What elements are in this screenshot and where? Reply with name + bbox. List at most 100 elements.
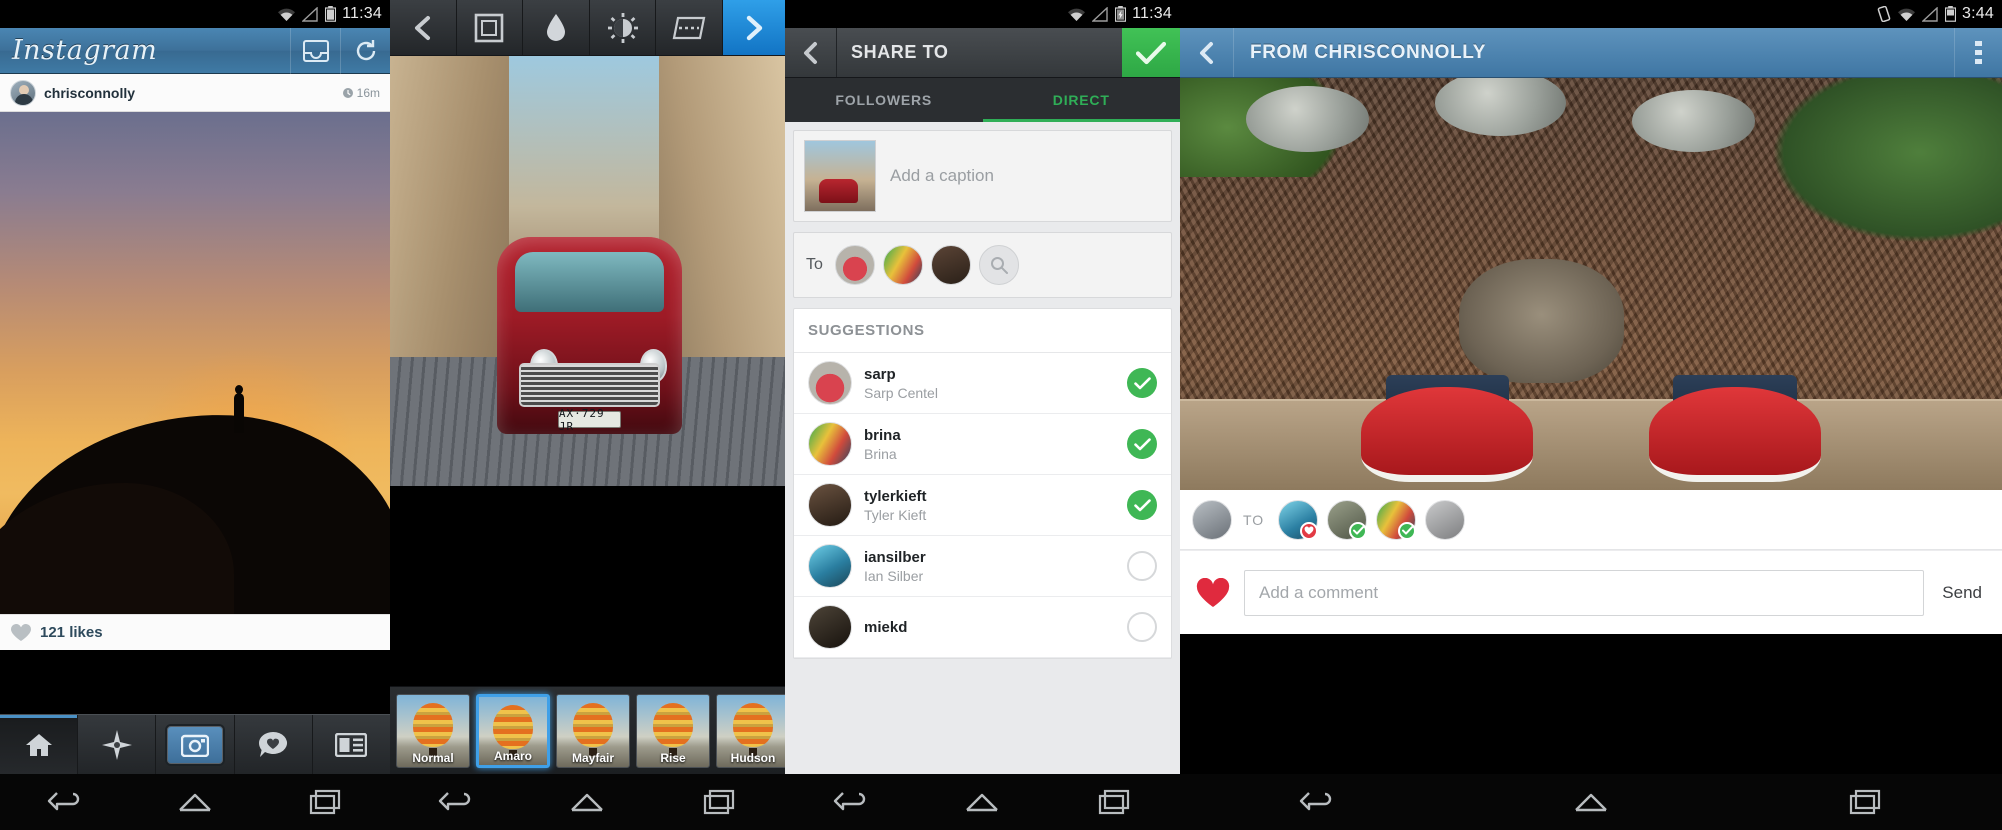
tab-direct[interactable]: DIRECT [982, 78, 1181, 122]
to-label: To [806, 256, 823, 273]
select-checkbox[interactable] [1127, 490, 1157, 520]
list-item-text: tylerkieft Tyler Kieft [864, 488, 1115, 523]
recipient-avatar[interactable] [882, 245, 923, 285]
frame-button[interactable] [457, 0, 524, 55]
android-nav-bar-editor [390, 774, 785, 830]
recipient-avatar[interactable] [1425, 499, 1466, 540]
confirm-button[interactable] [1122, 28, 1180, 77]
nav-home-button[interactable] [165, 782, 225, 822]
battery-icon [1945, 6, 1957, 22]
editor-canvas[interactable]: AX·729 JR [390, 56, 785, 486]
back-button[interactable] [785, 28, 837, 77]
nav-back-button[interactable] [426, 782, 486, 822]
tab-home[interactable] [0, 715, 79, 774]
tilt-shift-button[interactable] [656, 0, 723, 55]
filter-label: Normal [412, 750, 454, 765]
overflow-menu-icon [1974, 40, 1982, 64]
select-checkbox[interactable] [1127, 612, 1157, 642]
nav-home-button[interactable] [1561, 782, 1621, 822]
filter-label: Amaro [493, 748, 532, 763]
post-header[interactable]: chrisconnolly 16m [0, 74, 390, 112]
comment-input[interactable]: Add a comment [1244, 569, 1925, 616]
sender-avatar[interactable] [1192, 499, 1232, 540]
foliage-right [1771, 78, 2002, 243]
recipient-avatar[interactable] [834, 245, 875, 285]
recipient-avatar[interactable] [1376, 499, 1417, 540]
filter-item[interactable]: Normal [396, 693, 470, 768]
filter-item[interactable]: Amaro [476, 693, 550, 768]
shared-photo[interactable] [1180, 78, 2002, 490]
wifi-icon [1067, 7, 1086, 22]
filter-item[interactable]: Hudson [716, 693, 785, 768]
list-item-text: sarp Sarp Centel [864, 366, 1115, 401]
likes-count: 121 likes [40, 624, 103, 641]
like-button[interactable] [1196, 577, 1230, 608]
nav-back-button[interactable] [35, 782, 95, 822]
nav-recents-button[interactable] [295, 782, 355, 822]
recipient-avatar[interactable] [1278, 499, 1319, 540]
select-checkbox[interactable] [1127, 368, 1157, 398]
recipients-card: To [793, 232, 1172, 298]
tab-activity[interactable] [235, 715, 313, 774]
camera-button[interactable] [165, 723, 225, 766]
fullname: Sarp Centel [864, 384, 938, 401]
filter-strip[interactable]: Normal Amaro Mayfair Rise Hudson [390, 686, 785, 774]
tab-followers[interactable]: FOLLOWERS [785, 78, 983, 122]
post-username[interactable]: chrisconnolly [44, 85, 342, 101]
lux-button[interactable] [523, 0, 590, 55]
chevron-left-icon [1199, 41, 1213, 64]
caption-card[interactable]: Add a caption [793, 130, 1172, 222]
tab-news[interactable] [313, 715, 390, 774]
filter-label: Mayfair [571, 750, 615, 765]
filter-item[interactable]: Mayfair [556, 693, 630, 768]
share-tabs: FOLLOWERS DIRECT [785, 78, 1180, 122]
tab-explore[interactable] [78, 715, 157, 774]
post-photo[interactable] [0, 112, 390, 614]
panel-direct-thread: 3:44 FROM CHRISCONNOLLY TO Add a comment… [1180, 0, 2002, 830]
nav-recents-button[interactable] [689, 782, 749, 822]
filter-label: Rise [660, 750, 686, 765]
balloon-thumbnail [413, 703, 453, 748]
nav-back-button[interactable] [1287, 782, 1347, 822]
inbox-button[interactable] [290, 27, 340, 74]
page-title: FROM CHRISCONNOLLY [1250, 41, 1486, 63]
next-button[interactable] [722, 0, 785, 55]
nav-home-button[interactable] [952, 782, 1012, 822]
refresh-button[interactable] [340, 27, 390, 74]
planter-pot [1245, 86, 1370, 153]
list-item[interactable]: iansilber Ian Silber [794, 536, 1171, 597]
thread-header: FROM CHRISCONNOLLY [1180, 28, 2002, 78]
select-checkbox[interactable] [1127, 551, 1157, 581]
filter-item[interactable]: Rise [636, 693, 710, 768]
list-item[interactable]: miekd [794, 597, 1171, 658]
chevron-left-icon [414, 15, 430, 40]
status-bar-share: 11:34 [785, 0, 1180, 28]
select-checkbox[interactable] [1127, 429, 1157, 459]
nav-recents-button[interactable] [1084, 782, 1144, 822]
instagram-header: Instagram [0, 27, 390, 74]
recipient-avatar[interactable] [1327, 499, 1368, 540]
fullname: Tyler Kieft [864, 506, 927, 523]
search-recipients-button[interactable] [978, 245, 1019, 285]
sun-icon [607, 12, 638, 43]
instagram-logo: Instagram [12, 35, 158, 66]
list-item[interactable]: tylerkieft Tyler Kieft [794, 475, 1171, 536]
list-item[interactable]: sarp Sarp Centel [794, 353, 1171, 414]
nav-home-button[interactable] [557, 782, 617, 822]
recipient-avatar[interactable] [930, 245, 971, 285]
send-button[interactable]: Send [1938, 583, 1986, 603]
to-label: TO [1243, 511, 1265, 528]
brightness-button[interactable] [590, 0, 657, 55]
back-button[interactable] [1180, 28, 1234, 77]
nav-back-button[interactable] [821, 782, 881, 822]
overflow-menu-button[interactable] [1954, 28, 2002, 77]
back-button[interactable] [390, 0, 457, 55]
avatar [10, 79, 36, 106]
news-icon [335, 732, 368, 757]
balloon-thumbnail [493, 704, 533, 749]
list-item[interactable]: brina Brina [794, 414, 1171, 475]
editor-toolbar [390, 0, 785, 56]
tab-camera[interactable] [156, 715, 235, 774]
caption-input[interactable]: Add a caption [876, 166, 994, 186]
nav-recents-button[interactable] [1835, 782, 1895, 822]
